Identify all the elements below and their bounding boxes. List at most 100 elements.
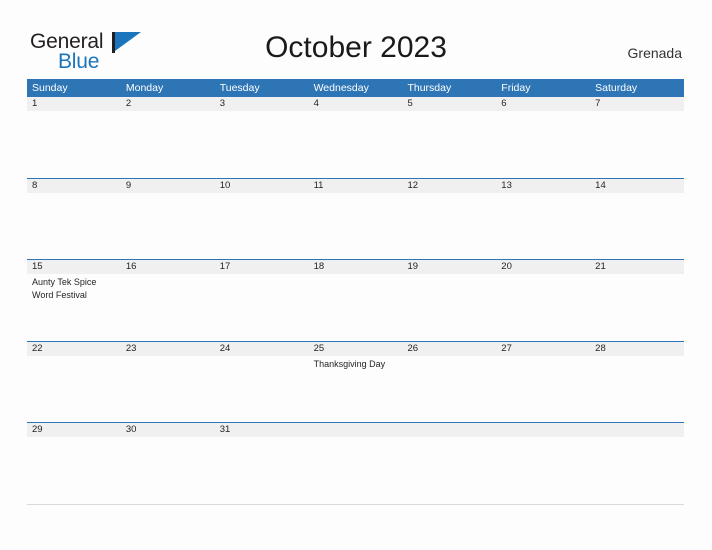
day-cell-14[interactable]: [590, 193, 684, 259]
day-cell-2[interactable]: [121, 111, 215, 177]
day-cell-empty: [309, 437, 403, 503]
day-cell-25[interactable]: Thanksgiving Day: [309, 356, 403, 422]
day-number-15[interactable]: 15: [27, 260, 121, 274]
week-date-band: 22 23 24 25 26 27 28: [27, 341, 684, 356]
day-cell-30[interactable]: [121, 437, 215, 503]
day-cell-27[interactable]: [496, 356, 590, 422]
day-number-22[interactable]: 22: [27, 342, 121, 356]
day-number-25[interactable]: 25: [309, 342, 403, 356]
day-cell-1[interactable]: [27, 111, 121, 177]
day-cell-10[interactable]: [215, 193, 309, 259]
day-number-empty: [496, 423, 590, 437]
day-number-23[interactable]: 23: [121, 342, 215, 356]
day-cell-3[interactable]: [215, 111, 309, 177]
day-number-18[interactable]: 18: [309, 260, 403, 274]
calendar-week-row: 1234567: [27, 97, 684, 178]
calendar-weeks: 1 2 3 4 5 6 7 8 9 10 11 12 13 14 15 16 17 18 19 20 21 Aunty T…: [27, 97, 684, 504]
day-number-21[interactable]: 21: [590, 260, 684, 274]
day-number-5[interactable]: 5: [402, 97, 496, 111]
week-event-band: [27, 111, 684, 177]
day-cell-17[interactable]: [215, 274, 309, 340]
day-number-19[interactable]: 19: [402, 260, 496, 274]
week-event-band: Aunty Tek Spice Word Festival: [27, 274, 684, 340]
day-cell-9[interactable]: [121, 193, 215, 259]
day-number-30[interactable]: 30: [121, 423, 215, 437]
day-cell-29[interactable]: [27, 437, 121, 503]
day-cell-18[interactable]: [309, 274, 403, 340]
calendar-week-row: 22 23 24 25 26 27 28 Thanksgiving Day: [27, 340, 684, 423]
day-number-11[interactable]: 11: [309, 179, 403, 193]
day-number-empty: [590, 423, 684, 437]
week-date-band: 8 9 10 11 12 13 14: [27, 178, 684, 193]
day-cell-6[interactable]: [496, 111, 590, 177]
day-cell-24[interactable]: [215, 356, 309, 422]
weekday-header-tuesday: Tuesday: [219, 82, 260, 94]
day-number-31[interactable]: 31: [215, 423, 309, 437]
weekday-header-sunday: Sunday: [32, 82, 68, 94]
day-cell-22[interactable]: [27, 356, 121, 422]
day-cell-5[interactable]: [402, 111, 496, 177]
day-number-13[interactable]: 13: [496, 179, 590, 193]
day-number-7[interactable]: 7: [590, 97, 684, 111]
week-event-band: [27, 437, 684, 503]
event-label: Thanksgiving Day: [313, 358, 386, 369]
grid-bottom-border: [27, 503, 684, 505]
weekday-header-wednesday: Wednesday: [313, 82, 369, 94]
day-number-14[interactable]: 14: [590, 179, 684, 193]
day-number-27[interactable]: 27: [496, 342, 590, 356]
week-date-band: 15 16 17 18 19 20 21: [27, 260, 684, 274]
day-cell-7[interactable]: [590, 111, 684, 177]
day-number-29[interactable]: 29: [27, 423, 121, 437]
day-cell-4[interactable]: [309, 111, 403, 177]
page-header: General Blue October 2023 Grenada: [0, 0, 712, 78]
day-cell-21[interactable]: [590, 274, 684, 340]
day-cell-empty: [402, 437, 496, 503]
day-number-2[interactable]: 2: [121, 97, 215, 111]
day-number-12[interactable]: 12: [402, 179, 496, 193]
day-cell-28[interactable]: [590, 356, 684, 422]
day-cell-empty: [496, 437, 590, 503]
day-number-9[interactable]: 9: [121, 179, 215, 193]
day-number-empty: [309, 423, 403, 437]
day-cell-23[interactable]: [121, 356, 215, 422]
week-date-band: 29 30 31: [27, 423, 684, 437]
day-number-26[interactable]: 26: [402, 342, 496, 356]
day-cell-31[interactable]: [215, 437, 309, 503]
weekday-header-saturday: Saturday: [595, 82, 638, 94]
event-label: Aunty Tek Spice Word Festival: [32, 277, 97, 300]
day-cell-20[interactable]: [496, 274, 590, 340]
day-cell-15[interactable]: Aunty Tek Spice Word Festival: [27, 274, 121, 340]
day-number-4[interactable]: 4: [309, 97, 403, 111]
weekday-header-friday: Friday: [501, 82, 531, 94]
day-cell-empty: [590, 437, 684, 503]
calendar-page: General Blue October 2023 Grenada Sunday…: [0, 0, 712, 550]
day-number-24[interactable]: 24: [215, 342, 309, 356]
day-cell-12[interactable]: [402, 193, 496, 259]
day-number-8[interactable]: 8: [27, 179, 121, 193]
day-cell-26[interactable]: [402, 356, 496, 422]
weekday-header-row: Sunday Monday Tuesday Wednesday Thursday Frid…: [27, 79, 684, 97]
page-title: October 2023: [265, 31, 447, 64]
weekday-header-thursday: Thursday: [407, 82, 452, 94]
day-cell-11[interactable]: [309, 193, 403, 259]
day-number-1[interactable]: 1: [27, 97, 121, 111]
calendar-week-row: 29 30 31: [27, 422, 684, 504]
day-cell-13[interactable]: [496, 193, 590, 259]
weekday-header-monday: Monday: [125, 82, 164, 94]
day-cell-16[interactable]: [121, 274, 215, 340]
day-number-28[interactable]: 28: [590, 342, 684, 356]
week-date-band: 1234567: [27, 97, 684, 111]
location-label: Grenada: [627, 45, 682, 61]
day-number-3[interactable]: 3: [215, 97, 309, 111]
day-cell-8[interactable]: [27, 193, 121, 259]
calendar-week-row: 15 16 17 18 19 20 21 Aunty Tek Spice Word Festi…: [27, 259, 684, 341]
day-number-16[interactable]: 16: [121, 260, 215, 274]
day-number-17[interactable]: 17: [215, 260, 309, 274]
week-event-band: Thanksgiving Day: [27, 355, 684, 422]
day-number-20[interactable]: 20: [496, 260, 590, 274]
day-cell-19[interactable]: [402, 274, 496, 340]
week-event-band: [27, 192, 684, 259]
day-number-10[interactable]: 10: [215, 179, 309, 193]
day-number-6[interactable]: 6: [496, 97, 590, 111]
calendar-grid: Sunday Monday Tuesday Wednesday Thursday Frid…: [27, 79, 684, 505]
